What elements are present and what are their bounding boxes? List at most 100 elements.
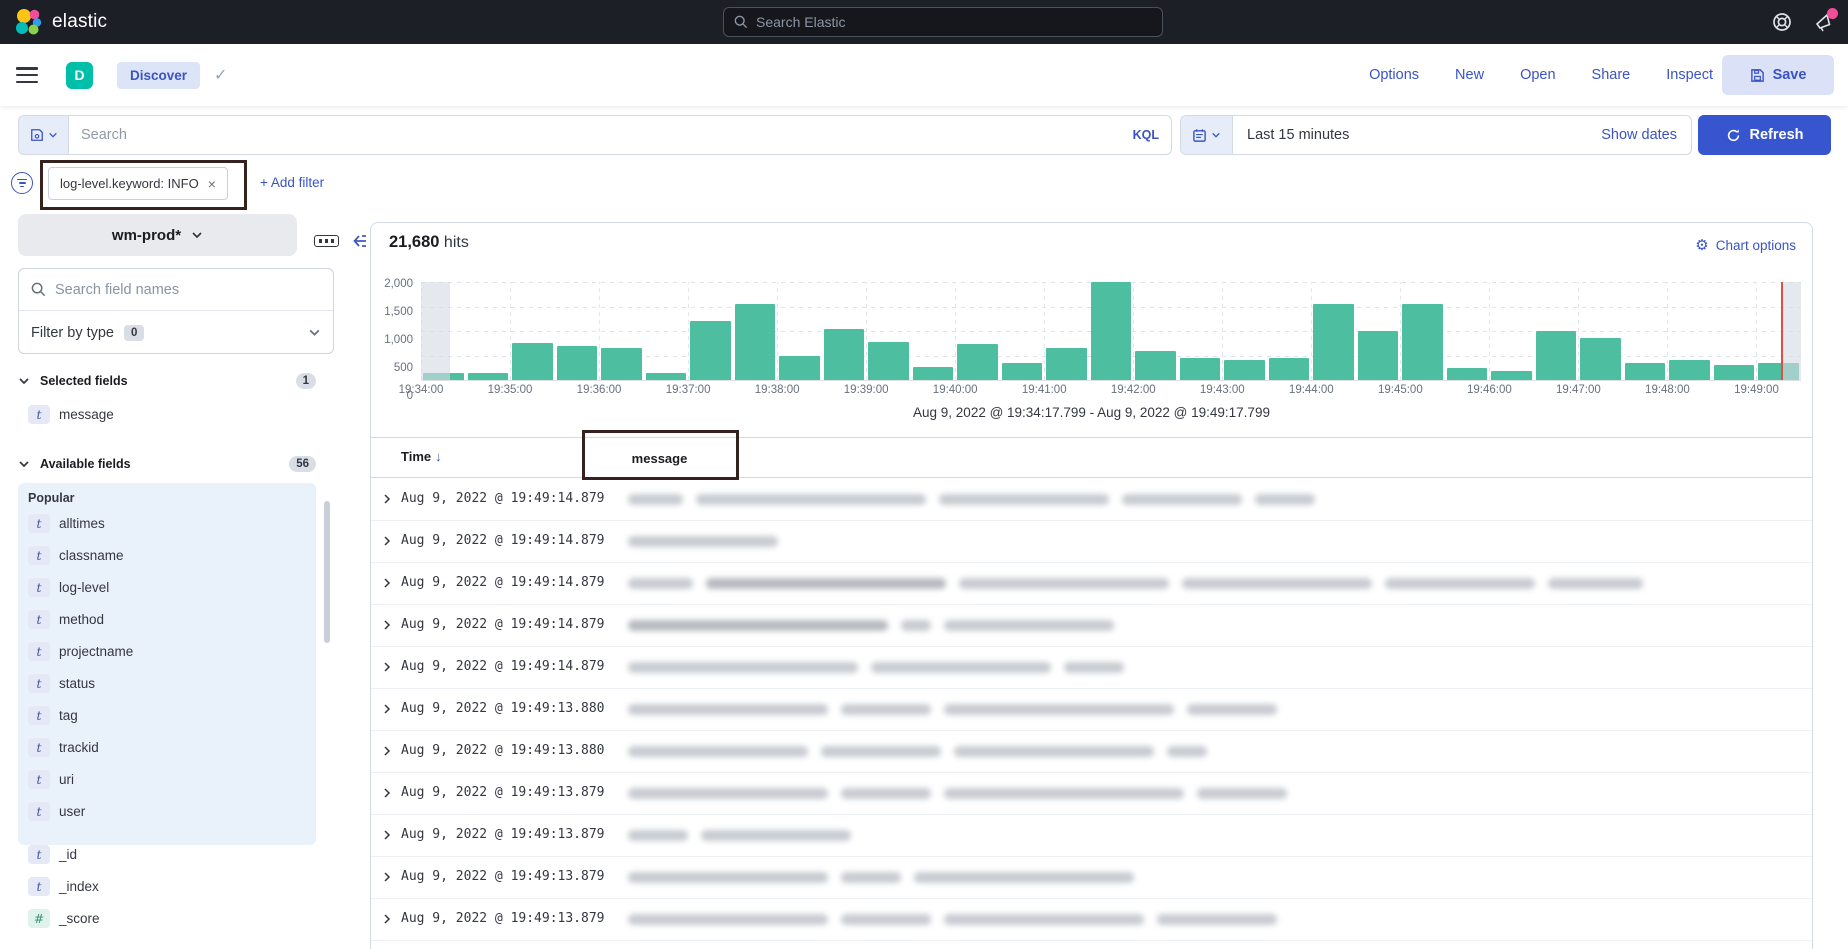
- field-item[interactable]: talltimes: [18, 507, 316, 539]
- global-search-input[interactable]: [756, 14, 1152, 30]
- selected-count-badge: 1: [296, 373, 316, 389]
- histogram-bar[interactable]: [690, 321, 731, 380]
- help-icon[interactable]: [1772, 12, 1792, 32]
- histogram-bar[interactable]: [1491, 371, 1532, 380]
- selected-fields-header[interactable]: Selected fields 1: [18, 370, 316, 392]
- global-search[interactable]: [723, 7, 1163, 37]
- histogram-bar[interactable]: [1135, 351, 1176, 380]
- histogram-bar[interactable]: [1091, 282, 1132, 380]
- histogram-bar[interactable]: [1447, 368, 1488, 380]
- histogram-bar[interactable]: [913, 367, 954, 380]
- collapse-sidebar-icon[interactable]: [351, 233, 369, 249]
- histogram-bar[interactable]: [735, 304, 776, 380]
- field-search-input[interactable]: [55, 282, 321, 298]
- field-item[interactable]: tmessage: [18, 398, 316, 430]
- expand-row-icon[interactable]: [381, 829, 393, 841]
- histogram-bar[interactable]: [868, 342, 909, 380]
- histogram-bar[interactable]: [646, 373, 687, 380]
- expand-row-icon[interactable]: [381, 619, 393, 631]
- histogram-bar[interactable]: [1714, 365, 1755, 380]
- histogram-bar[interactable]: [1224, 360, 1265, 380]
- histogram-bar[interactable]: [468, 373, 509, 380]
- inspect-link[interactable]: Inspect: [1666, 67, 1713, 83]
- histogram-bar[interactable]: [512, 343, 553, 380]
- row-time: Aug 9, 2022 @ 19:49:13.880: [401, 701, 605, 716]
- document-explorer-icon[interactable]: [314, 235, 339, 247]
- histogram-bar[interactable]: [824, 329, 865, 380]
- histogram-bar[interactable]: [1580, 338, 1621, 380]
- share-link[interactable]: Share: [1592, 67, 1631, 83]
- message-column-header[interactable]: message: [602, 438, 717, 479]
- field-item[interactable]: tuser: [18, 795, 316, 827]
- remove-filter-icon[interactable]: ×: [208, 176, 216, 192]
- index-pattern-select[interactable]: wm-prod*: [18, 214, 297, 256]
- chevron-down-icon: [308, 326, 321, 339]
- query-language-button[interactable]: KQL: [1123, 128, 1159, 142]
- show-dates-button[interactable]: Show dates: [1601, 127, 1691, 143]
- histogram-bar[interactable]: [1402, 304, 1443, 380]
- saved-query-menu-button[interactable]: [18, 115, 68, 155]
- new-link[interactable]: New: [1455, 67, 1484, 83]
- refresh-button[interactable]: Refresh: [1698, 115, 1831, 155]
- histogram-bar[interactable]: [1625, 363, 1666, 380]
- expand-row-icon[interactable]: [381, 493, 393, 505]
- field-item[interactable]: tlog-level: [18, 571, 316, 603]
- field-item[interactable]: tclassname: [18, 539, 316, 571]
- histogram-bar[interactable]: [1269, 358, 1310, 380]
- histogram-bar[interactable]: [601, 348, 642, 380]
- histogram-bar[interactable]: [1313, 304, 1354, 380]
- sidebar-scrollbar[interactable]: [324, 501, 330, 643]
- expand-row-icon[interactable]: [381, 745, 393, 757]
- expand-row-icon[interactable]: [381, 787, 393, 799]
- field-item[interactable]: t_id: [18, 838, 316, 870]
- expand-row-icon[interactable]: [381, 535, 393, 547]
- elastic-brand[interactable]: elastic: [14, 8, 107, 36]
- options-link[interactable]: Options: [1369, 67, 1419, 83]
- time-range-value[interactable]: Last 15 minutes: [1233, 127, 1349, 143]
- menu-icon[interactable]: [16, 67, 38, 83]
- expand-row-icon[interactable]: [381, 577, 393, 589]
- row-time: Aug 9, 2022 @ 19:49:14.879: [401, 491, 605, 506]
- filter-menu-icon[interactable]: [11, 172, 33, 194]
- expand-row-icon[interactable]: [381, 703, 393, 715]
- available-fields-header[interactable]: Available fields 56: [18, 453, 316, 475]
- newsfeed-icon[interactable]: [1814, 12, 1834, 32]
- histogram-bar[interactable]: [957, 344, 998, 380]
- number-field-icon: #: [28, 909, 50, 928]
- field-item[interactable]: tmethod: [18, 603, 316, 635]
- date-quick-menu-button[interactable]: [1181, 116, 1233, 154]
- histogram-bar[interactable]: [1536, 331, 1577, 380]
- row-time: Aug 9, 2022 @ 19:49:14.879: [401, 659, 605, 674]
- histogram-bar[interactable]: [1358, 331, 1399, 380]
- histogram-bar[interactable]: [779, 356, 820, 380]
- field-item[interactable]: ttrackid: [18, 731, 316, 763]
- histogram-bar[interactable]: [1669, 360, 1710, 380]
- query-input[interactable]: [81, 127, 1123, 143]
- field-name: projectname: [59, 644, 133, 659]
- time-column-header[interactable]: Time↓: [401, 449, 442, 464]
- histogram-bar[interactable]: [1046, 348, 1087, 380]
- deployment-badge[interactable]: D: [66, 62, 93, 89]
- expand-row-icon[interactable]: [381, 871, 393, 883]
- histogram-bar[interactable]: [557, 346, 598, 380]
- breadcrumb-discover[interactable]: Discover: [117, 62, 200, 89]
- field-item[interactable]: ttag: [18, 699, 316, 731]
- field-item[interactable]: t_index: [18, 870, 316, 902]
- histogram-bar[interactable]: [1002, 363, 1043, 380]
- histogram-bar[interactable]: [1180, 358, 1221, 380]
- filter-by-type-button[interactable]: Filter by type 0: [19, 311, 333, 354]
- chart-options-button[interactable]: ⚙ Chart options: [1695, 236, 1796, 254]
- add-filter-button[interactable]: + Add filter: [260, 175, 324, 190]
- field-item[interactable]: turi: [18, 763, 316, 795]
- field-item[interactable]: #_score: [18, 902, 316, 934]
- expand-row-icon[interactable]: [381, 661, 393, 673]
- filter-pill[interactable]: log-level.keyword: INFO ×: [48, 167, 228, 200]
- save-button[interactable]: Save: [1722, 55, 1834, 95]
- histogram[interactable]: [421, 282, 1801, 380]
- table-row: Aug 9, 2022 @ 19:49:13.879: [371, 899, 1812, 941]
- field-item[interactable]: tstatus: [18, 667, 316, 699]
- expand-row-icon[interactable]: [381, 913, 393, 925]
- open-link[interactable]: Open: [1520, 67, 1555, 83]
- field-item[interactable]: tprojectname: [18, 635, 316, 667]
- check-icon: ✓: [214, 65, 227, 85]
